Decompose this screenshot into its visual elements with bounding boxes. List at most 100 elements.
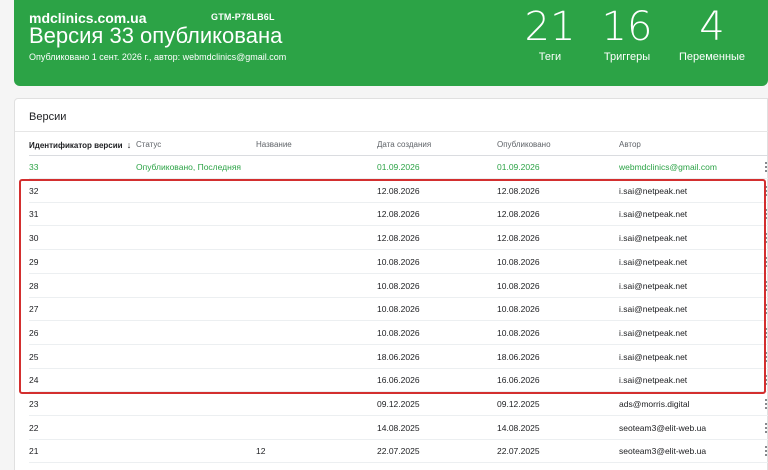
cell-name: 12 <box>256 446 266 457</box>
cell-published: 10.08.2026 <box>497 280 540 291</box>
cell-published: 12.08.2026 <box>497 209 540 220</box>
table-row[interactable]: 22 14.08.2025 14.08.2025 seoteam3@elit-web.… <box>29 417 768 440</box>
stat-variables-label: Переменные <box>678 51 746 63</box>
versions-title: Версии <box>29 111 67 123</box>
more-vert-icon[interactable] <box>761 422 768 436</box>
cell-author: seoteam3@elit-web.ua <box>619 422 707 433</box>
table-row[interactable]: 30 12.08.2026 12.08.2026 i.sai@netpeak.net <box>29 227 768 251</box>
table-row[interactable]: 21 12 22.07.2025 22.07.2025 seoteam3@elit-we… <box>29 440 768 464</box>
more-vert-icon[interactable] <box>761 303 768 317</box>
table-row[interactable]: 25 18.06.2026 18.06.2026 i.sai@netpeak.net <box>29 346 768 369</box>
more-vert-icon[interactable] <box>761 280 768 294</box>
table-row[interactable]: 28 10.08.2026 10.08.2026 i.sai@netpeak.net <box>29 275 768 298</box>
column-header-status[interactable]: Статус <box>136 140 161 149</box>
divider <box>15 131 768 132</box>
cell-id: 22 <box>29 422 39 433</box>
more-vert-icon[interactable] <box>761 185 768 199</box>
cell-id: 32 <box>29 185 39 196</box>
cell-published: 16.06.2026 <box>497 375 540 386</box>
cell-author: i.sai@netpeak.net <box>619 185 688 196</box>
more-vert-icon[interactable] <box>761 374 768 388</box>
cell-id: 26 <box>29 327 39 338</box>
table-row[interactable]: 29 10.08.2026 10.08.2026 i.sai@netpeak.net <box>29 251 768 274</box>
cell-published: 10.08.2026 <box>497 256 540 267</box>
cell-author: i.sai@netpeak.net <box>619 233 688 244</box>
cell-published: 12.08.2026 <box>497 185 540 196</box>
cell-author: i.sai@netpeak.net <box>619 209 688 220</box>
stat-variables-value: 4 <box>699 4 725 50</box>
cell-author: i.sai@netpeak.net <box>619 280 688 291</box>
banner-title: Версия 33 опубликована <box>29 23 283 48</box>
table-row[interactable]: 32 12.08.2026 12.08.2026 i.sai@netpeak.net <box>29 180 768 203</box>
cell-id: 27 <box>29 304 39 315</box>
cell-id: 31 <box>29 209 39 220</box>
more-vert-icon[interactable] <box>761 208 768 222</box>
cell-published: 01.09.2026 <box>497 162 540 172</box>
column-header-name[interactable]: Название <box>256 140 292 149</box>
more-vert-icon[interactable] <box>761 161 768 175</box>
stat-triggers[interactable]: 16 Триггеры <box>587 6 667 63</box>
container-id: GTM-P78LB6L <box>211 12 275 22</box>
cell-published: 10.08.2026 <box>497 304 540 315</box>
table-row[interactable]: 26 10.08.2026 10.08.2026 i.sai@netpeak.net <box>29 322 768 345</box>
more-vert-icon[interactable] <box>761 327 768 341</box>
cell-id: 30 <box>29 233 39 244</box>
cell-created: 10.08.2026 <box>377 327 420 338</box>
stat-tags-label: Теги <box>538 51 562 63</box>
cell-status: Опубликовано, Последняя <box>136 162 242 172</box>
cell-created: 14.08.2025 <box>377 422 420 433</box>
cell-created: 12.08.2026 <box>377 185 420 196</box>
table-row[interactable]: 31 12.08.2026 12.08.2026 i.sai@netpeak.net <box>29 203 768 227</box>
more-vert-icon[interactable] <box>761 445 768 459</box>
cell-published: 09.12.2025 <box>497 399 540 409</box>
gtm-versions-page: mdclinics.com.ua GTM-P78LB6L Версия 33 о… <box>0 0 768 470</box>
publish-banner: mdclinics.com.ua GTM-P78LB6L Версия 33 о… <box>14 0 768 86</box>
stat-triggers-value: 16 <box>601 4 653 50</box>
column-header-id-label: Идентификатор версии <box>29 141 123 150</box>
cell-created: 22.07.2025 <box>377 446 420 457</box>
more-vert-icon[interactable] <box>761 398 768 412</box>
column-header-published[interactable]: Опубликовано <box>497 140 551 149</box>
cell-created: 12.08.2026 <box>377 233 420 244</box>
cell-id: 24 <box>29 375 39 386</box>
table-row[interactable]: 23 09.12.2025 09.12.2025 ads@morris.digital <box>29 393 768 416</box>
cell-created: 18.06.2026 <box>377 351 420 362</box>
more-vert-icon[interactable] <box>761 351 768 365</box>
cell-published: 10.08.2026 <box>497 327 540 338</box>
cell-id: 29 <box>29 256 39 267</box>
table-row[interactable]: 33 Опубликовано, Последняя 01.09.2026 01.09… <box>29 156 768 179</box>
cell-created: 10.08.2026 <box>377 304 420 315</box>
column-header-id[interactable]: Идентификатор версии ↓ <box>29 140 131 150</box>
cell-published: 14.08.2025 <box>497 422 540 433</box>
table-row[interactable]: 24 16.06.2026 16.06.2026 i.sai@netpeak.net <box>29 369 768 393</box>
stat-tags[interactable]: 21 Теги <box>510 6 590 63</box>
cell-created: 10.08.2026 <box>377 280 420 291</box>
cell-created: 01.09.2026 <box>377 162 420 172</box>
cell-id: 28 <box>29 280 39 291</box>
cell-author: ads@morris.digital <box>619 399 690 409</box>
cell-author: webmdclinics@gmail.com <box>619 162 717 172</box>
cell-published: 12.08.2026 <box>497 233 540 244</box>
cell-created: 12.08.2026 <box>377 209 420 220</box>
table-row[interactable]: 27 10.08.2026 10.08.2026 i.sai@netpeak.net <box>29 298 768 322</box>
cell-created: 16.06.2026 <box>377 375 420 386</box>
column-header-author[interactable]: Автор <box>619 140 641 149</box>
cell-id: 33 <box>29 162 39 172</box>
banner-subtitle: Опубликовано 1 сент. 2026 г., автор: web… <box>29 52 287 62</box>
stat-tags-value: 21 <box>524 4 576 50</box>
cell-published: 22.07.2025 <box>497 446 540 457</box>
more-vert-icon[interactable] <box>761 232 768 246</box>
stat-variables[interactable]: 4 Переменные <box>672 6 752 63</box>
cell-id: 23 <box>29 399 39 409</box>
arrow-down-icon: ↓ <box>126 140 132 150</box>
cell-author: i.sai@netpeak.net <box>619 351 688 362</box>
cell-author: seoteam3@elit-web.ua <box>619 446 707 457</box>
stat-triggers-label: Триггеры <box>603 51 651 63</box>
cell-author: i.sai@netpeak.net <box>619 304 688 315</box>
more-vert-icon[interactable] <box>761 256 768 270</box>
versions-card: Версии Идентификатор версии ↓ Статус Наз… <box>14 98 768 470</box>
cell-author: i.sai@netpeak.net <box>619 256 688 267</box>
column-header-created[interactable]: Дата создания <box>377 140 431 149</box>
cell-published: 18.06.2026 <box>497 351 540 362</box>
cell-id: 21 <box>29 446 39 457</box>
